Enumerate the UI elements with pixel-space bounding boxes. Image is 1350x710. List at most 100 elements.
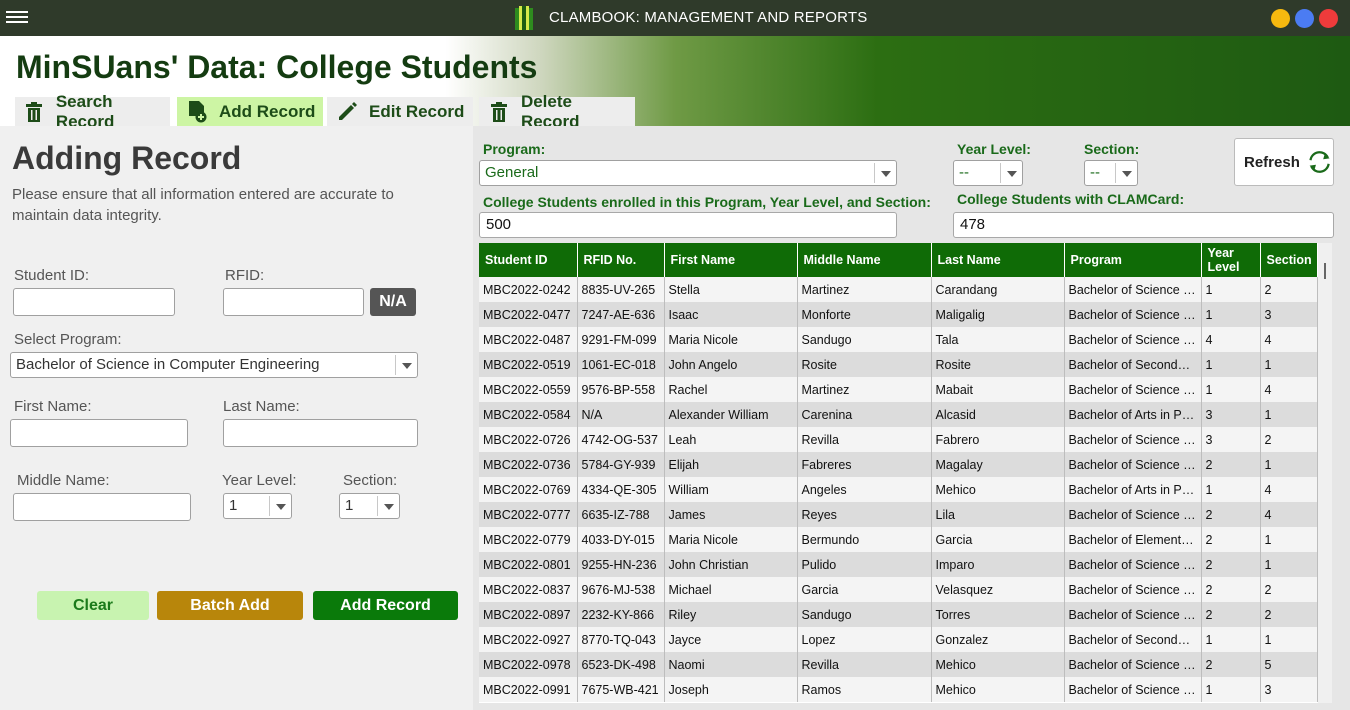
batch-add-button[interactable]: Batch Add [157, 591, 303, 620]
filter-year-level-select[interactable]: -- [953, 160, 1023, 186]
middle-name-input[interactable] [13, 493, 191, 521]
table-cell: Stella [664, 277, 798, 302]
table-row[interactable]: MBC2022-0584 N/A Alexander William Carenina… [479, 402, 1318, 427]
table-row[interactable]: MBC2022-0487 9291-FM-099 Maria Nicole Sandu… [479, 327, 1318, 352]
table-cell: Bachelor of Science in... [1064, 327, 1202, 352]
table-row[interactable]: MBC2022-0736 5784-GY-939 Elijah Fabreres Mag… [479, 452, 1318, 477]
program-select[interactable]: Bachelor of Science in Computer Engineer… [10, 352, 418, 378]
title-bar: CLAMBOOK: MANAGEMENT AND REPORTS [0, 0, 1350, 36]
column-header[interactable]: Last Name [931, 243, 1065, 277]
first-name-input[interactable] [10, 419, 188, 447]
table-cell: Lopez [797, 627, 932, 652]
table-cell: Maligalig [931, 302, 1065, 327]
program-select-value: Bachelor of Science in Computer Engineer… [16, 356, 320, 373]
tab-edit-record[interactable]: Edit Record [327, 97, 473, 127]
table-cell: Bachelor of Science in... [1064, 577, 1202, 602]
add-record-button[interactable]: Add Record [313, 591, 458, 620]
filter-year-level-value: -- [959, 164, 969, 181]
table-row[interactable]: MBC2022-0769 4334-QE-305 William Angeles Meh… [479, 477, 1318, 502]
maximize-button[interactable] [1295, 9, 1314, 28]
student-id-input[interactable] [13, 288, 175, 316]
section-value: 1 [345, 497, 354, 514]
table-cell: Alexander William [664, 402, 798, 427]
clear-button[interactable]: Clear [37, 591, 149, 620]
table-row[interactable]: MBC2022-0777 6635-IZ-788 James Reyes Lila Bac… [479, 502, 1318, 527]
rfid-input[interactable] [223, 288, 364, 316]
table-scrollbar[interactable] [1318, 243, 1332, 703]
chevron-down-icon [269, 496, 291, 516]
table-cell: Leah [664, 427, 798, 452]
filter-program-select[interactable]: General [479, 160, 897, 186]
column-header[interactable]: RFID No. [577, 243, 665, 277]
minimize-button[interactable] [1271, 9, 1290, 28]
table-cell: 1 [1260, 527, 1318, 552]
table-cell: 4 [1201, 327, 1261, 352]
table-cell: Bachelor of Arts in Pol... [1064, 402, 1202, 427]
table-cell: Sandugo [797, 602, 932, 627]
middle-name-label: Middle Name: [17, 472, 110, 489]
table-cell: 2 [1260, 602, 1318, 627]
add-file-icon [185, 100, 209, 124]
table-cell: 9291-FM-099 [577, 327, 665, 352]
column-header[interactable]: Student ID [479, 243, 578, 277]
table-cell: 2 [1260, 427, 1318, 452]
table-row[interactable]: MBC2022-0519 1061-EC-018 John Angelo Rosite… [479, 352, 1318, 377]
table-row[interactable]: MBC2022-0927 8770-TQ-043 Jayce Lopez Gonzale… [479, 627, 1318, 652]
table-row[interactable]: MBC2022-0801 9255-HN-236 John Christian Pul… [479, 552, 1318, 577]
add-record-form: Adding Record Please ensure that all inf… [0, 126, 473, 710]
table-cell: 2 [1201, 577, 1261, 602]
chevron-down-icon [874, 163, 896, 183]
tab-delete-record[interactable]: Delete Record [479, 92, 635, 131]
refresh-button[interactable]: Refresh [1234, 138, 1334, 186]
table-cell: Garcia [797, 577, 932, 602]
filter-program-label: Program: [483, 141, 546, 157]
tab-search-record[interactable]: Search Record [15, 92, 170, 131]
table-cell: Imparo [931, 552, 1065, 577]
close-button[interactable] [1319, 9, 1338, 28]
table-row[interactable]: MBC2022-0559 9576-BP-558 Rachel Martinez Mab… [479, 377, 1318, 402]
column-header[interactable]: First Name [664, 243, 798, 277]
table-cell: MBC2022-0519 [479, 352, 578, 377]
table-cell: 4 [1260, 502, 1318, 527]
na-button[interactable]: N/A [370, 288, 416, 316]
table-cell: Reyes [797, 502, 932, 527]
table-cell: Isaac [664, 302, 798, 327]
table-cell: Monforte [797, 302, 932, 327]
table-header-row: Student ID RFID No. First Name Middle Na… [479, 243, 1318, 277]
column-header[interactable]: Program [1064, 243, 1202, 277]
table-row[interactable]: MBC2022-0978 6523-DK-498 Naomi Revilla Mehic… [479, 652, 1318, 677]
column-header[interactable]: Year Level [1201, 243, 1261, 277]
form-note: Please ensure that all information enter… [12, 186, 394, 224]
section-select[interactable]: 1 [339, 493, 400, 519]
table-cell: John Angelo [664, 352, 798, 377]
table-cell: 1 [1201, 477, 1261, 502]
trash-icon [487, 100, 511, 124]
table-cell: Maria Nicole [664, 327, 798, 352]
table-row[interactable]: MBC2022-0897 2232-KY-866 Riley Sandugo Torre… [479, 602, 1318, 627]
app-window: CLAMBOOK: MANAGEMENT AND REPORTS MinSUan… [0, 0, 1350, 710]
column-header[interactable]: Section [1260, 243, 1318, 277]
table-cell: Rosite [931, 352, 1065, 377]
year-level-select[interactable]: 1 [223, 493, 292, 519]
scrollbar-thumb[interactable] [1324, 263, 1326, 279]
table-cell: 2 [1260, 277, 1318, 302]
last-name-input[interactable] [223, 419, 418, 447]
table-row[interactable]: MBC2022-0779 4033-DY-015 Maria Nicole Bermu… [479, 527, 1318, 552]
table-row[interactable]: MBC2022-0242 8835-UV-265 Stella Martinez Car… [479, 277, 1318, 302]
table-row[interactable]: MBC2022-0477 7247-AE-636 Isaac Monforte Mali… [479, 302, 1318, 327]
table-cell: 1 [1201, 377, 1261, 402]
refresh-label: Refresh [1244, 153, 1300, 171]
table-row[interactable]: MBC2022-0726 4742-OG-537 Leah Revilla Fabrer… [479, 427, 1318, 452]
filter-section-value: -- [1090, 164, 1100, 181]
table-row[interactable]: MBC2022-0837 9676-MJ-538 Michael Garcia Vela… [479, 577, 1318, 602]
table-cell: Bachelor of Arts in Pol... [1064, 477, 1202, 502]
table-cell: 5784-GY-939 [577, 452, 665, 477]
tab-add-record[interactable]: Add Record [177, 97, 323, 127]
column-header[interactable]: Middle Name [797, 243, 932, 277]
table-cell: Bachelor of Science in... [1064, 552, 1202, 577]
table-row[interactable]: MBC2022-0991 7675-WB-421 Joseph Ramos Mehico… [479, 677, 1318, 702]
table-cell: 9576-BP-558 [577, 377, 665, 402]
table-cell: Mehico [931, 677, 1065, 702]
filter-section-select[interactable]: -- [1084, 160, 1138, 186]
menu-icon[interactable] [6, 8, 28, 26]
